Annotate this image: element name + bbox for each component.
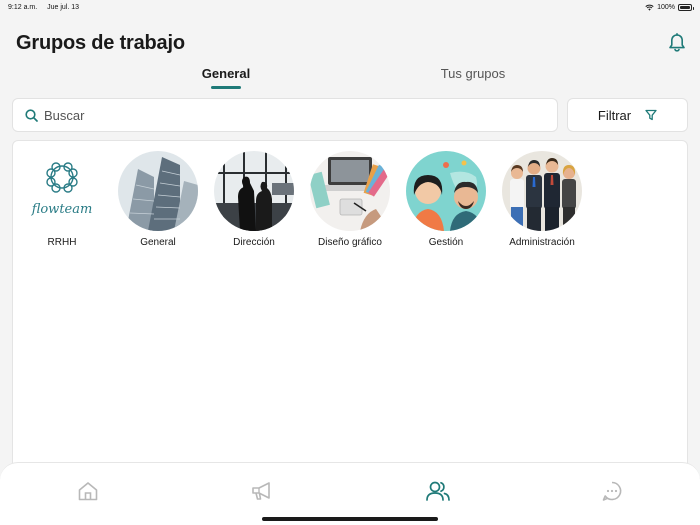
filter-button[interactable]: Filtrar bbox=[567, 98, 688, 132]
battery-icon bbox=[678, 3, 694, 11]
flowteam-logo-icon: flowteam bbox=[31, 162, 93, 217]
logo-text: flowteam bbox=[31, 202, 93, 217]
tab-bar: General Tus grupos bbox=[0, 66, 700, 92]
group-avatar bbox=[502, 151, 582, 231]
group-item-direccion[interactable]: Dirección bbox=[206, 151, 302, 248]
design-desk-image-icon bbox=[310, 151, 390, 231]
group-label: General bbox=[140, 237, 176, 248]
office-image-icon bbox=[214, 151, 294, 231]
business-team-illustration-icon bbox=[502, 151, 582, 231]
bell-icon bbox=[669, 33, 685, 52]
nav-home[interactable] bbox=[74, 477, 102, 505]
group-item-rrhh[interactable]: flowteam RRHH bbox=[14, 151, 110, 248]
wifi-icon bbox=[645, 4, 654, 11]
group-item-gestion[interactable]: Gestión bbox=[398, 151, 494, 248]
status-time: 9:12 a.m. bbox=[8, 3, 38, 11]
group-item-administracion[interactable]: Administración bbox=[494, 151, 590, 248]
group-item-general[interactable]: General bbox=[110, 151, 206, 248]
group-label: Dirección bbox=[233, 237, 275, 248]
tab-general[interactable]: General bbox=[190, 66, 262, 81]
nav-messages[interactable] bbox=[598, 477, 626, 505]
header: Grupos de trabajo bbox=[16, 30, 688, 56]
people-illustration-icon bbox=[406, 151, 486, 231]
battery-percent: 100% bbox=[657, 3, 675, 11]
nav-groups[interactable] bbox=[424, 477, 452, 505]
home-icon bbox=[78, 482, 98, 501]
chat-icon bbox=[602, 481, 622, 501]
group-label: RRHH bbox=[47, 237, 77, 248]
megaphone-icon bbox=[252, 482, 270, 500]
nav-announcements[interactable] bbox=[248, 477, 276, 505]
group-avatar bbox=[310, 151, 390, 231]
group-item-diseno-grafico[interactable]: Diseño gráfico bbox=[302, 151, 398, 248]
group-label: Administración bbox=[509, 237, 575, 248]
status-bar: 9:12 a.m. Jue jul. 13 100% bbox=[0, 0, 700, 14]
status-left: 9:12 a.m. Jue jul. 13 bbox=[8, 4, 87, 11]
skyscrapers-image-icon bbox=[118, 151, 198, 231]
search-input[interactable] bbox=[44, 107, 524, 123]
group-label: Gestión bbox=[428, 237, 464, 248]
filter-label: Filtrar bbox=[597, 107, 632, 123]
group-avatar bbox=[406, 151, 486, 231]
notifications-button[interactable] bbox=[666, 32, 688, 54]
group-avatar: flowteam bbox=[22, 151, 102, 231]
group-label: Diseño gráfico bbox=[318, 237, 382, 248]
active-tab-indicator bbox=[211, 86, 241, 89]
tab-tus-grupos[interactable]: Tus grupos bbox=[430, 66, 516, 81]
search-box[interactable] bbox=[12, 98, 558, 132]
status-date: Jue jul. 13 bbox=[47, 3, 80, 11]
group-avatar bbox=[118, 151, 198, 231]
search-icon bbox=[25, 108, 38, 122]
status-right: 100% bbox=[645, 3, 694, 11]
bottom-nav bbox=[0, 462, 700, 525]
groups-panel: flowteam RRHH General Dirección Diseño g… bbox=[12, 140, 688, 480]
funnel-icon bbox=[645, 109, 657, 121]
home-indicator bbox=[262, 517, 438, 521]
users-icon bbox=[426, 481, 450, 501]
page-title: Grupos de trabajo bbox=[16, 31, 185, 54]
group-avatar bbox=[214, 151, 294, 231]
